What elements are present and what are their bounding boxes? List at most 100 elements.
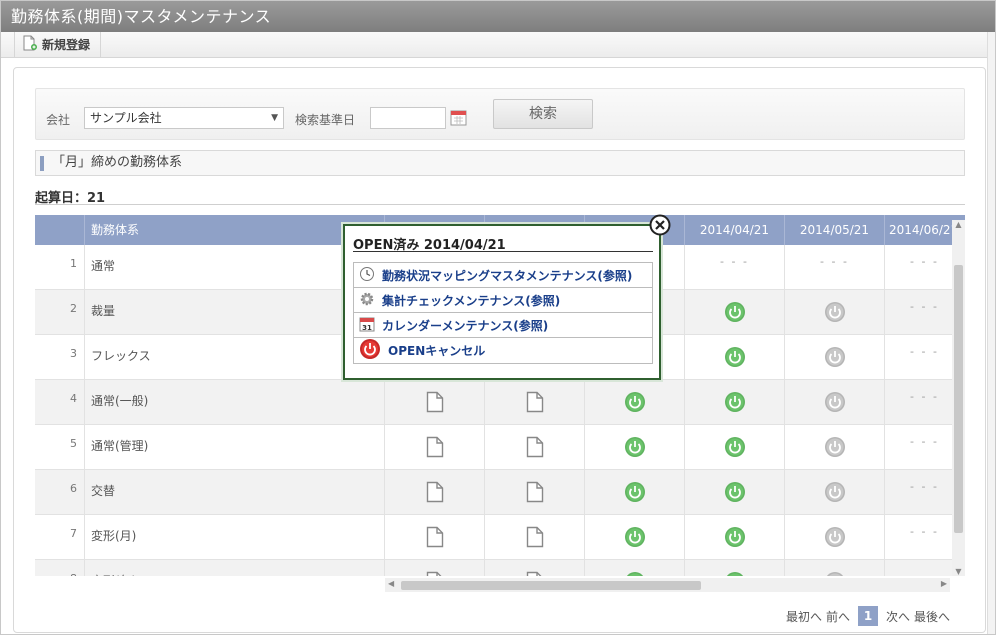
pager: 最初へ 前へ 1 次へ 最後へ — [786, 606, 950, 626]
power-open-icon[interactable] — [624, 391, 646, 416]
document-icon[interactable] — [526, 391, 544, 416]
power-closed-icon[interactable] — [824, 481, 846, 506]
period-cell — [385, 470, 485, 515]
menu-item-calendar[interactable]: 31 カレンダーメンテナンス(参照) — [354, 313, 652, 338]
period-cell — [485, 425, 585, 470]
document-icon[interactable] — [426, 571, 444, 576]
toolbar: 新規登録 — [1, 32, 995, 58]
company-select-value: サンプル会社 — [90, 111, 162, 125]
document-icon[interactable] — [426, 391, 444, 416]
document-icon[interactable] — [426, 436, 444, 461]
icon-slot — [385, 436, 484, 461]
empty-mark: - - - — [720, 255, 749, 268]
page-scrollbar[interactable] — [987, 32, 995, 634]
popup-divider — [353, 251, 653, 252]
search-button[interactable]: 検索 — [493, 99, 593, 129]
document-icon[interactable] — [526, 436, 544, 461]
row-number-cell: 8 — [35, 560, 85, 576]
scroll-left-icon[interactable]: ◀ — [388, 579, 394, 588]
power-closed-icon[interactable] — [824, 346, 846, 371]
power-closed-icon[interactable] — [824, 301, 846, 326]
period-cell: - - - — [785, 245, 885, 290]
power-closed-icon[interactable] — [824, 571, 846, 576]
icon-slot — [785, 301, 884, 326]
row-name-cell: 通常(管理) — [85, 425, 385, 470]
pager-first[interactable]: 最初へ — [786, 608, 822, 625]
power-open-icon[interactable] — [624, 436, 646, 461]
icon-slot — [585, 436, 684, 461]
power-closed-icon[interactable] — [824, 436, 846, 461]
icon-slot — [785, 436, 884, 461]
row-name-cell: 通常 — [85, 245, 385, 290]
company-select[interactable]: サンプル会社 ▼ — [84, 107, 284, 129]
icon-slot — [585, 391, 684, 416]
horizontal-scroll-thumb[interactable] — [401, 581, 701, 590]
power-open-icon[interactable] — [724, 301, 746, 326]
calendar-icon[interactable] — [450, 109, 467, 129]
row-number-cell: 7 — [35, 515, 85, 560]
document-icon[interactable] — [426, 481, 444, 506]
row-name: 通常 — [91, 259, 116, 273]
row-name: フレックス — [91, 349, 151, 363]
scroll-down-icon[interactable]: ▼ — [952, 567, 965, 576]
power-open-icon[interactable] — [724, 346, 746, 371]
period-cell — [385, 380, 485, 425]
scroll-right-icon[interactable]: ▶ — [941, 579, 947, 588]
icon-slot — [685, 301, 784, 326]
table-row: 6 交替 - - - — [35, 470, 965, 515]
period-cell — [785, 335, 885, 380]
section-bar — [40, 156, 44, 171]
power-open-icon[interactable] — [624, 481, 646, 506]
icon-slot — [585, 571, 684, 576]
scroll-up-icon[interactable]: ▲ — [952, 220, 965, 229]
power-open-icon[interactable] — [724, 526, 746, 551]
period-cell: - - - — [685, 245, 785, 290]
power-closed-icon[interactable] — [824, 391, 846, 416]
icon-slot — [685, 346, 784, 371]
icon-slot — [485, 526, 584, 551]
vertical-scroll-thumb[interactable] — [954, 265, 963, 533]
pager-prev[interactable]: 前へ — [826, 608, 850, 625]
power-open-icon[interactable] — [724, 571, 746, 576]
grid-vertical-scrollbar[interactable]: ▲ ▼ — [952, 220, 965, 576]
open-popup: OPEN済み 2014/04/21 勤務状況マッピングマスタメンテナンス(参照)… — [343, 214, 671, 380]
icon-slot — [585, 481, 684, 506]
gear-icon — [359, 291, 375, 310]
icon-slot — [785, 526, 884, 551]
period-cell — [385, 560, 485, 576]
date-label: 検索基準日 — [295, 113, 356, 127]
document-icon[interactable] — [426, 526, 444, 551]
menu-item-label: カレンダーメンテナンス(参照) — [382, 318, 549, 333]
row-number: 5 — [70, 437, 77, 450]
document-icon[interactable] — [526, 526, 544, 551]
grid-horizontal-scrollbar[interactable]: ◀ ▶ — [385, 578, 950, 592]
clock-icon — [359, 266, 375, 285]
new-register-button[interactable]: 新規登録 — [14, 32, 102, 57]
period-cell — [685, 425, 785, 470]
period-cell — [485, 380, 585, 425]
date-input[interactable] — [370, 107, 446, 129]
power-open-icon[interactable] — [724, 391, 746, 416]
power-open-icon[interactable] — [624, 526, 646, 551]
pager-current[interactable]: 1 — [858, 606, 879, 626]
menu-item-label: 集計チェックメンテナンス(参照) — [382, 293, 561, 308]
menu-item-open-cancel[interactable]: OPENキャンセル — [354, 338, 652, 363]
menu-item-check[interactable]: 集計チェックメンテナンス(参照) — [354, 288, 652, 313]
row-number-cell: 4 — [35, 380, 85, 425]
period-cell — [785, 470, 885, 515]
power-closed-icon[interactable] — [824, 526, 846, 551]
row-name: 通常(一般) — [91, 394, 149, 408]
document-icon[interactable] — [526, 481, 544, 506]
document-icon[interactable] — [526, 571, 544, 576]
power-open-icon[interactable] — [624, 571, 646, 576]
row-name-cell: フレックス — [85, 335, 385, 380]
power-open-icon[interactable] — [724, 436, 746, 461]
pager-next[interactable]: 次へ — [886, 608, 910, 625]
icon-slot — [785, 571, 884, 576]
row-number-cell: 5 — [35, 425, 85, 470]
menu-item-mapping[interactable]: 勤務状況マッピングマスタメンテナンス(参照) — [354, 263, 652, 288]
row-name: 裁量 — [91, 304, 116, 318]
pager-last[interactable]: 最後へ — [914, 608, 950, 625]
close-icon[interactable] — [649, 214, 671, 236]
power-open-icon[interactable] — [724, 481, 746, 506]
